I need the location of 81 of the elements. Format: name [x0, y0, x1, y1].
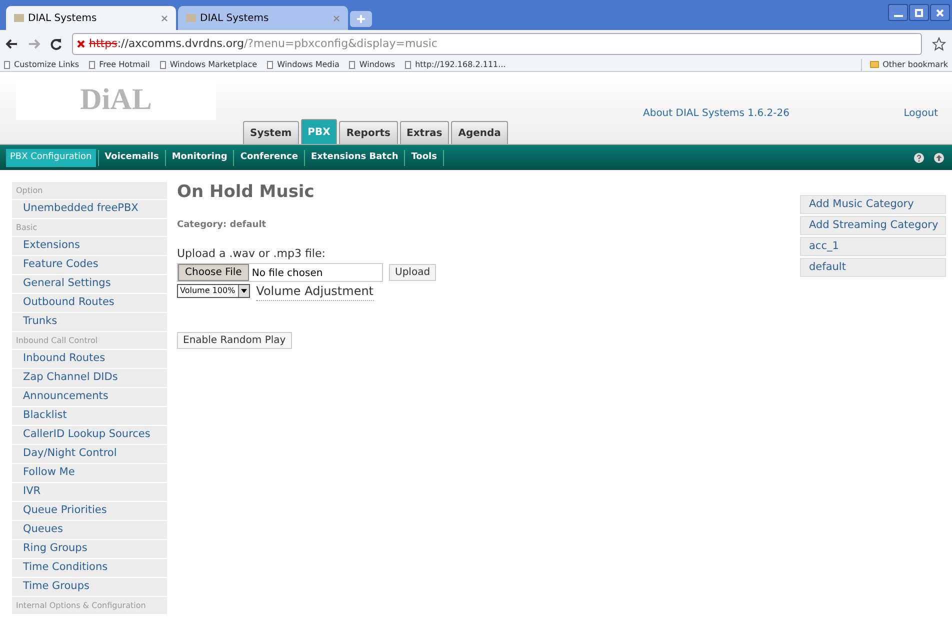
- tab-favicon-icon: [14, 14, 24, 22]
- insecure-icon: [77, 40, 85, 48]
- category-item[interactable]: default: [800, 258, 946, 277]
- sidebar-item[interactable]: Feature Codes: [12, 256, 167, 274]
- volume-select[interactable]: Volume 100%: [177, 284, 250, 298]
- page-title: On Hold Music: [177, 181, 314, 204]
- sidebar-item[interactable]: Inbound Routes: [12, 350, 167, 368]
- nav-item[interactable]: Monitoring: [168, 148, 232, 166]
- nav-item[interactable]: Conference: [236, 148, 302, 166]
- other-bookmarks-link[interactable]: Other bookmark: [882, 58, 948, 70]
- sidebar-item[interactable]: General Settings: [12, 275, 167, 293]
- category-item[interactable]: acc_1: [800, 237, 946, 256]
- sidebar-item[interactable]: Extensions: [12, 237, 167, 255]
- nav-item[interactable]: Tools: [407, 148, 441, 166]
- module-tab[interactable]: Reports: [339, 121, 398, 144]
- sidebar-item[interactable]: Announcements: [12, 388, 167, 406]
- nav-item[interactable]: Voicemails: [100, 148, 163, 166]
- sidebar-item[interactable]: Trunks: [12, 313, 167, 331]
- sidebar-item[interactable]: Unembedded freePBX: [12, 200, 167, 218]
- sidebar-section-label: Basic: [16, 222, 38, 234]
- page-icon: [405, 60, 412, 68]
- nav-item[interactable]: Extensions Batch: [306, 148, 402, 166]
- help-icon[interactable]: [914, 152, 924, 162]
- category-label: Category: default: [177, 218, 266, 232]
- bookmark-link[interactable]: http://192.168.2.111...: [415, 58, 506, 70]
- module-tab[interactable]: PBX: [300, 119, 338, 144]
- folder-icon: [870, 61, 879, 68]
- page-icon: [89, 60, 96, 68]
- page-icon: [349, 60, 356, 68]
- choose-file-button[interactable]: Choose File: [178, 264, 249, 280]
- bookmark-link[interactable]: Windows Marketplace: [170, 58, 258, 70]
- bookmark-link[interactable]: Free Hotmail: [99, 58, 150, 70]
- sidebar-section-label: Internal Options & Configuration: [16, 600, 146, 612]
- sidebar-item[interactable]: IVR: [12, 483, 167, 501]
- sidebar-item[interactable]: Zap Channel DIDs: [12, 369, 167, 387]
- bookmark-link[interactable]: Customize Links: [14, 58, 80, 70]
- sidebar-item[interactable]: Time Groups: [12, 578, 167, 596]
- sidebar-section-label: Inbound Call Control: [16, 334, 98, 346]
- reload-icon[interactable]: [50, 38, 62, 50]
- page-icon: [160, 60, 166, 68]
- url-text: https://axcomms.dvrdns.org/?menu=pbxconfig&display=music: [89, 36, 438, 52]
- volume-label: Volume Adjustment: [256, 282, 374, 300]
- page-icon: [267, 60, 274, 68]
- bookmark-link[interactable]: Windows: [359, 58, 396, 70]
- logo: DiAL: [80, 85, 152, 115]
- upload-label: Upload a .wav or .mp3 file:: [177, 246, 326, 262]
- file-input[interactable]: Choose File No file chosen: [177, 262, 383, 282]
- close-window-icon[interactable]: [930, 4, 950, 21]
- bookmark-link[interactable]: Windows Media: [277, 58, 340, 70]
- sidebar-item[interactable]: Blacklist: [12, 407, 167, 425]
- logout-link[interactable]: Logout: [904, 106, 938, 121]
- sidebar-item[interactable]: CallerID Lookup Sources: [12, 426, 167, 444]
- random-play-button[interactable]: Enable Random Play: [177, 332, 292, 348]
- upload-button[interactable]: Upload: [389, 264, 436, 280]
- star-icon[interactable]: [932, 37, 946, 51]
- tab-favicon-icon: [186, 14, 196, 22]
- restore-icon[interactable]: [909, 4, 929, 21]
- page-icon: [4, 60, 10, 68]
- sidebar-item[interactable]: Day/Night Control: [12, 445, 167, 463]
- browser-tab[interactable]: DIAL Systems: [6, 6, 176, 30]
- category-item[interactable]: Add Streaming Category: [800, 216, 946, 235]
- sidebar-item[interactable]: Outbound Routes: [12, 294, 167, 312]
- new-tab-icon[interactable]: [350, 11, 372, 27]
- module-tab[interactable]: System: [243, 121, 299, 144]
- close-tab-icon[interactable]: [161, 14, 168, 22]
- sidebar-item[interactable]: Queues: [12, 521, 167, 539]
- sidebar-section-label: Option: [16, 184, 43, 196]
- sidebar-item[interactable]: Queue Priorities: [12, 502, 167, 520]
- sidebar-item[interactable]: Time Conditions: [12, 559, 167, 577]
- module-tab[interactable]: Extras: [400, 121, 450, 144]
- browser-tab[interactable]: DIAL Systems: [178, 6, 348, 30]
- sidebar-item[interactable]: Follow Me: [12, 464, 167, 482]
- minimize-icon[interactable]: [888, 4, 908, 21]
- sidebar-item[interactable]: Ring Groups: [12, 540, 167, 558]
- file-status: No file chosen: [250, 267, 323, 281]
- about-link[interactable]: About DIAL Systems 1.6.2-26: [643, 106, 790, 121]
- up-arrow-icon[interactable]: [934, 152, 944, 162]
- back-icon[interactable]: [6, 39, 18, 49]
- category-item[interactable]: Add Music Category: [800, 195, 946, 214]
- module-tab[interactable]: Agenda: [451, 121, 508, 144]
- address-bar[interactable]: https://axcomms.dvrdns.org/?menu=pbxconfig&display=music: [72, 33, 922, 55]
